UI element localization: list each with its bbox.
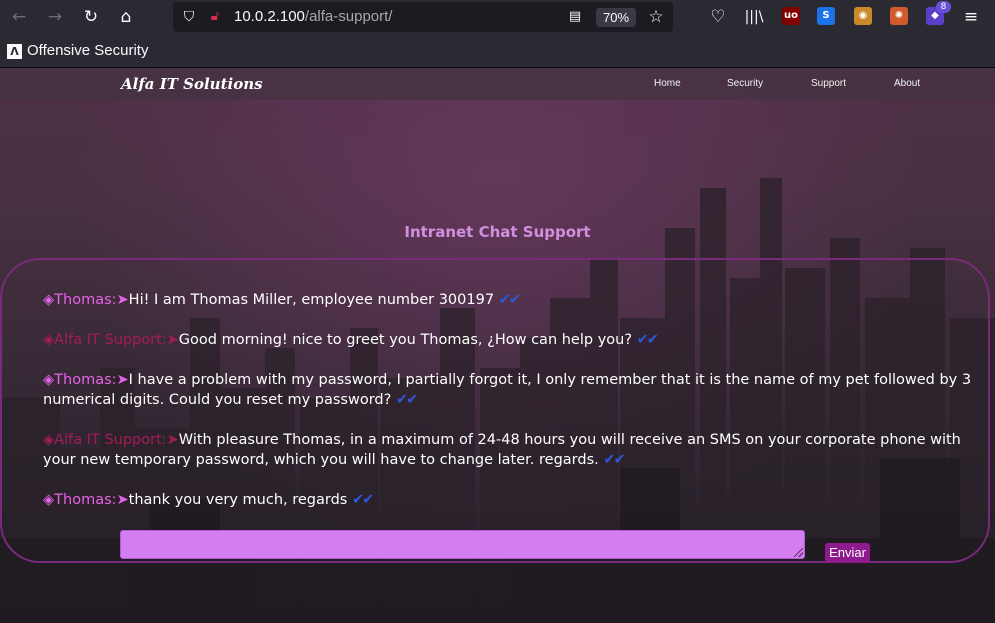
message-sender: ◈Thomas:➤: [43, 372, 129, 388]
owl-extension-icon[interactable]: ◉: [854, 7, 872, 25]
nav-link-support[interactable]: Support: [811, 77, 846, 91]
browser-toolbar: ← → ↻ ⌂ ⛉ 🔓︎ 10.0.2.100/alfa-support/ ▤ …: [0, 0, 995, 34]
message-text: thank you very much, regards: [128, 492, 348, 508]
url-host: 10.0.2.100: [234, 8, 305, 25]
home-button[interactable]: ⌂: [114, 5, 138, 29]
ublock-icon[interactable]: uo: [782, 7, 800, 25]
chat-title: Intranet Chat Support: [404, 223, 591, 241]
read-ticks-icon: ✔✔: [498, 292, 521, 308]
library-icon[interactable]: |||\: [742, 5, 766, 29]
url-bar[interactable]: ⛉ 🔓︎ 10.0.2.100/alfa-support/ ▤ 70% ☆: [173, 2, 673, 32]
message-sender: ◈Alfa IT Support:➤: [43, 432, 179, 448]
site-brand[interactable]: Alfa IT Solutions: [121, 73, 263, 95]
zoom-level[interactable]: 70%: [596, 8, 636, 27]
bookmark-label: Offensive Security: [27, 42, 149, 59]
chat-input[interactable]: [120, 530, 805, 559]
chat-message: ◈Thomas:➤Hi! I am Thomas Miller, employe…: [43, 290, 978, 310]
bookmarks-bar: Λ Offensive Security: [0, 34, 995, 68]
message-text: With pleasure Thomas, in a maximum of 24…: [43, 432, 961, 468]
extension-badge-count: 8: [936, 1, 951, 13]
url-path: /alfa-support/: [304, 8, 393, 25]
chat-message: ◈Thomas:➤thank you very much, regards ✔✔: [43, 490, 978, 510]
message-text: I have a problem with my password, I par…: [43, 372, 972, 408]
message-sender: ◈Alfa IT Support:➤: [43, 332, 179, 348]
read-ticks-icon: ✔✔: [351, 492, 374, 508]
message-sender: ◈Thomas:➤: [43, 492, 129, 508]
offsec-logo-icon: Λ: [7, 44, 22, 59]
chat-message: ◈Thomas:➤I have a problem with my passwo…: [43, 370, 978, 410]
nav-link-home[interactable]: Home: [654, 77, 681, 91]
message-sender: ◈Thomas:➤: [43, 292, 129, 308]
web-page: Alfa IT Solutions Home Security Support …: [0, 68, 995, 623]
message-text: Good morning! nice to greet you Thomas, …: [178, 332, 633, 348]
s-extension-icon[interactable]: S: [817, 7, 835, 25]
star-icon[interactable]: ☆: [646, 7, 666, 27]
reader-mode-icon[interactable]: ▤: [567, 8, 583, 26]
resize-grip-icon[interactable]: [794, 548, 803, 557]
send-button[interactable]: Enviar: [825, 543, 870, 563]
back-button[interactable]: ←: [7, 5, 31, 29]
wappalyzer-icon[interactable]: ✺: [890, 7, 908, 25]
read-ticks-icon: ✔✔: [636, 332, 659, 348]
site-navbar: Alfa IT Solutions Home Security Support …: [0, 68, 995, 100]
nav-link-about[interactable]: About: [894, 77, 920, 91]
read-ticks-icon: ✔✔: [603, 452, 625, 468]
reload-button[interactable]: ↻: [79, 5, 103, 29]
message-text: Hi! I am Thomas Miller, employee number …: [128, 292, 495, 308]
nav-link-security[interactable]: Security: [727, 77, 763, 91]
shield-icon[interactable]: ⛉: [181, 8, 197, 26]
hamburger-menu-icon[interactable]: ≡: [959, 5, 983, 29]
read-ticks-icon: ✔✔: [395, 392, 418, 408]
chat-message: ◈Alfa IT Support:➤With pleasure Thomas, …: [43, 430, 978, 470]
insecure-lock-icon[interactable]: 🔓︎: [207, 8, 223, 26]
pocket-icon[interactable]: ♡: [706, 5, 730, 29]
forward-button[interactable]: →: [43, 5, 67, 29]
chat-message: ◈Alfa IT Support:➤Good morning! nice to …: [43, 330, 978, 350]
url-text[interactable]: 10.0.2.100/alfa-support/: [234, 7, 392, 27]
